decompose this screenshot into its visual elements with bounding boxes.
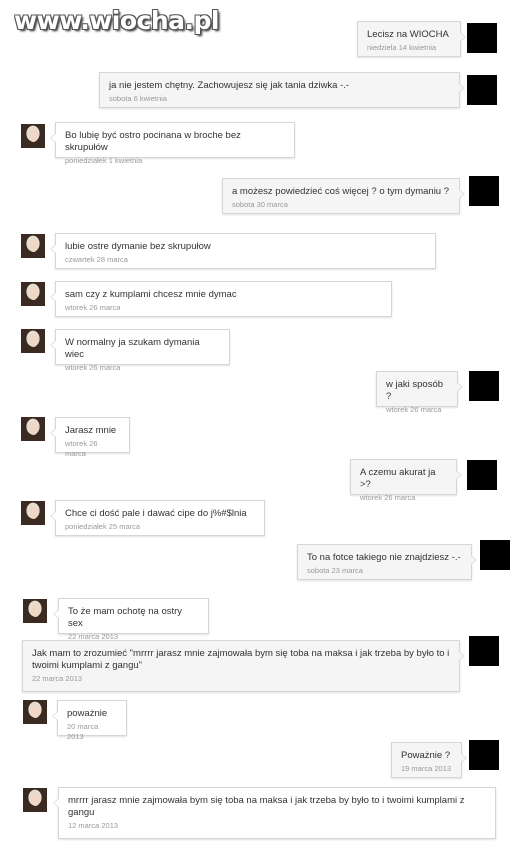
message-time: wtorek 26 marca [65,363,121,372]
site-watermark: www.wiocha.pl [14,6,219,35]
message-text: Bo lubię być ostro pocinana w broche bez… [65,130,241,153]
message-text: Jarasz mnie [65,425,117,436]
message-text: Lecisz na WIOCHA [367,29,449,40]
message-text: sam czy z kumplami chcesz mnie dymac [65,289,237,300]
user-avatar [23,788,47,812]
message-text: A czemu akurat ja >? [360,467,436,490]
message-bubble[interactable]: w jaki sposób ? wtorek 26 marca [376,371,463,414]
message-time: poniedziałek 25 marca [65,522,141,531]
message-bubble[interactable]: lubie ostre dymanie bez skrupułow czwart… [50,233,436,269]
message-time: 20 marca 2013 [67,722,99,741]
message-text: Chce ci dość pale i dawać cipe do j%#$ln… [65,508,247,519]
contact-avatar-redacted [480,540,510,570]
message-text: W normalny ja szukam dymania wiec [65,337,200,360]
message-bubble[interactable]: Lecisz na WIOCHA niedziela 14 kwietnia [357,21,466,57]
contact-avatar-redacted [469,740,499,770]
message-time: sobota 23 marca [307,566,363,575]
message-bubble[interactable]: ja nie jestem chętny. Zachowujesz się ja… [99,72,465,108]
message-time: 19 marca 2013 [401,764,452,773]
message-text: lubie ostre dymanie bez skrupułow [65,241,211,252]
message-time: wtorek 26 marca [65,439,98,458]
message-text: ja nie jestem chętny. Zachowujesz się ja… [109,80,350,91]
user-avatar [23,700,47,724]
message-bubble[interactable]: a możesz powiedzieć coś więcej ? o tym d… [222,178,465,214]
contact-avatar-redacted [467,23,497,53]
contact-avatar-redacted [469,371,499,401]
user-avatar [21,501,45,525]
user-avatar [23,599,47,623]
message-time: sobota 6 kwietnia [109,94,167,103]
message-bubble[interactable]: sam czy z kumplami chcesz mnie dymac wto… [50,281,392,317]
message-bubble[interactable]: Bo lubię być ostro pocinana w broche bez… [50,122,295,165]
contact-avatar-redacted [467,460,497,490]
message-text: To że mam ochotę na ostry sex [68,606,183,629]
message-bubble[interactable]: To że mam ochotę na ostry sex 22 marca 2… [53,598,209,641]
message-time: sobota 30 marca [232,200,288,209]
message-time: niedziela 14 kwietnia [367,43,437,52]
message-text: Poważnie ? [401,750,451,761]
message-time: czwartek 28 marca [65,255,128,264]
user-avatar [21,124,45,148]
contact-avatar-redacted [469,176,499,206]
message-bubble[interactable]: Jak mam to zrozumieć "mrrrr jarasz mnie … [22,640,465,692]
message-text: mrrrr jarasz mnie zajmowała bym się toba… [68,795,465,818]
contact-avatar-redacted [467,75,497,105]
message-bubble[interactable]: A czemu akurat ja >? wtorek 26 marca [350,459,462,502]
contact-avatar-redacted [469,636,499,666]
user-avatar [21,329,45,353]
message-text: To na fotce takiego nie znajdziesz -.- [307,552,461,563]
message-time: wtorek 26 marca [65,303,121,312]
message-bubble[interactable]: mrrrr jarasz mnie zajmowała bym się toba… [53,787,496,839]
message-bubble[interactable]: Poważnie ? 19 marca 2013 [391,742,467,778]
user-avatar [21,234,45,258]
message-bubble[interactable]: To na fotce takiego nie znajdziesz -.- s… [297,544,477,580]
message-bubble[interactable]: Chce ci dość pale i dawać cipe do j%#$ln… [50,500,265,536]
message-time: wtorek 26 marca [386,405,442,414]
message-text: poważnie [67,708,108,719]
message-time: 12 marca 2013 [68,821,119,830]
user-avatar [21,282,45,306]
message-time: wtorek 26 marca [360,493,416,502]
message-text: w jaki sposób ? [386,379,444,402]
user-avatar [21,417,45,441]
message-time: 22 marca 2013 [32,674,83,683]
message-text: a możesz powiedzieć coś więcej ? o tym d… [232,186,450,197]
message-text: Jak mam to zrozumieć "mrrrr jarasz mnie … [32,648,450,671]
message-bubble[interactable]: Jarasz mnie wtorek 26 marca [50,417,130,458]
message-bubble[interactable]: W normalny ja szukam dymania wiec wtorek… [50,329,230,372]
message-bubble[interactable]: poważnie 20 marca 2013 [52,700,127,741]
message-time: poniedziałek 1 kwietnia [65,156,143,165]
